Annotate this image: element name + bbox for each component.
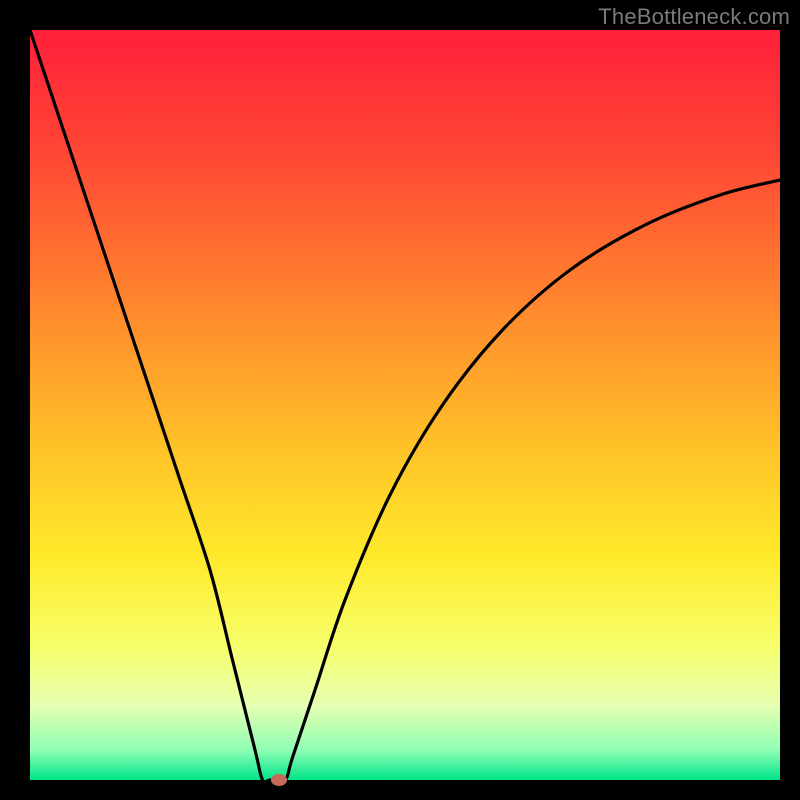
plot-background <box>30 30 780 780</box>
chart-frame: TheBottleneck.com <box>0 0 800 800</box>
watermark-text: TheBottleneck.com <box>598 4 790 30</box>
minimum-marker <box>271 774 287 786</box>
chart-svg <box>0 0 800 800</box>
